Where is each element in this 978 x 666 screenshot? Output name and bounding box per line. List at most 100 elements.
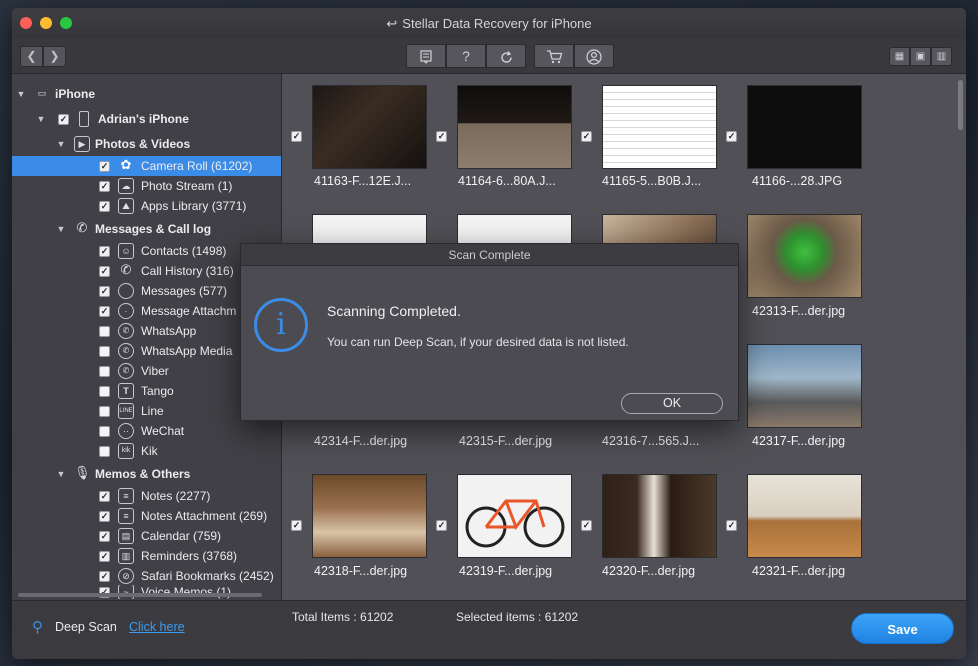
thumbnail[interactable] — [747, 214, 862, 298]
toolbar: ❮ ❯ ? ▦ ▣ ▥ — [12, 38, 966, 74]
account-button[interactable] — [574, 44, 614, 68]
checkbox[interactable]: ✓ — [58, 113, 69, 125]
thumbnail[interactable] — [457, 85, 572, 169]
thumbnail[interactable] — [312, 85, 427, 169]
help-icon: ? — [462, 48, 470, 64]
checkbox[interactable] — [99, 325, 110, 337]
tree-item-safari-bookmarks[interactable]: ✓ ⊘ Safari Bookmarks (2452) — [12, 566, 281, 586]
forward-button[interactable]: ❯ — [43, 46, 66, 67]
thumbnail-filename: 41166-...28.JPG — [752, 174, 843, 188]
compass-icon: ⊘ — [118, 568, 134, 584]
message-bubble-icon — [118, 283, 134, 299]
tree-group-messages[interactable]: ▼ ✆ Messages & Call log — [12, 219, 281, 239]
cart-button[interactable] — [534, 44, 574, 68]
recovery-arrow-icon: ↩ — [386, 16, 398, 31]
expand-triangle-icon[interactable]: ▼ — [56, 224, 66, 234]
save-button[interactable]: Save — [851, 613, 954, 644]
checkbox[interactable]: ✓ — [99, 550, 110, 562]
thumbnail-checkbox[interactable]: ✓ — [291, 131, 302, 142]
thumbnail[interactable] — [747, 85, 862, 169]
total-items-count: Total Items : 61202 — [292, 610, 394, 624]
checkbox[interactable]: ✓ — [99, 570, 110, 582]
chevron-right-icon: ❯ — [49, 49, 60, 63]
tree-item-photo-stream[interactable]: ✓ ☁ Photo Stream (1) — [12, 176, 281, 196]
checkbox[interactable]: ✓ — [99, 200, 110, 212]
checkbox[interactable]: ✓ — [99, 160, 110, 172]
dialog-heading: Scanning Completed. — [327, 303, 461, 319]
deep-scan-link[interactable]: Click here — [129, 620, 185, 634]
tree-item-camera-roll[interactable]: ✓ ✿ Camera Roll (61202) — [12, 156, 281, 176]
expand-triangle-icon[interactable]: ▼ — [16, 89, 26, 99]
grid-view-button[interactable]: ▦ — [889, 47, 910, 66]
checkbox[interactable] — [99, 385, 110, 397]
tree-item-wechat[interactable]: ·· WeChat — [12, 421, 281, 441]
grid-view-icon: ▦ — [894, 51, 905, 62]
tree-item-kik[interactable]: kik Kik — [12, 441, 281, 461]
tree-item-notes-attachment[interactable]: ✓ ≡ Notes Attachment (269) — [12, 506, 281, 526]
calendar-icon: ▤ — [118, 528, 134, 544]
help-button[interactable]: ? — [446, 44, 486, 68]
back-button[interactable]: ❮ — [20, 46, 43, 67]
thumbnail-filename: 42315-F...der.jpg — [459, 434, 553, 448]
expand-triangle-icon[interactable]: ▼ — [56, 469, 66, 479]
tree-item-apps-library[interactable]: ✓ ⛰ Apps Library (3771) — [12, 196, 281, 216]
thumbnail-checkbox[interactable]: ✓ — [291, 520, 302, 531]
tree-device[interactable]: ▼ ✓ Adrian's iPhone — [12, 109, 281, 129]
wechat-icon: ·· — [118, 423, 134, 439]
thumbnail-filename: 42319-F...der.jpg — [459, 564, 553, 578]
grid-vertical-scrollbar[interactable] — [958, 80, 963, 130]
checkbox[interactable]: ✓ — [99, 285, 110, 297]
thumbnail-checkbox[interactable]: ✓ — [436, 520, 447, 531]
checkbox[interactable] — [99, 425, 110, 437]
whatsapp-media-icon: ✆ — [118, 343, 134, 359]
checkbox[interactable]: ✓ — [99, 530, 110, 542]
checkbox[interactable]: ✓ — [99, 245, 110, 257]
thumbnail[interactable] — [457, 474, 572, 558]
thumbnail-checkbox[interactable]: ✓ — [726, 520, 737, 531]
sidebar-horizontal-scrollbar[interactable] — [18, 593, 262, 597]
tree-item-calendar[interactable]: ✓ ▤ Calendar (759) — [12, 526, 281, 546]
thumbnail-filename: 42320-F...der.jpg — [602, 564, 696, 578]
filmstrip-view-button[interactable]: ▥ — [931, 47, 952, 66]
thumbnail-checkbox[interactable]: ✓ — [436, 131, 447, 142]
preview-view-button[interactable]: ▣ — [910, 47, 931, 66]
expand-triangle-icon[interactable]: ▼ — [36, 114, 46, 124]
checkbox[interactable]: ✓ — [99, 510, 110, 522]
checkbox[interactable]: ✓ — [99, 305, 110, 317]
expand-triangle-icon[interactable]: ▼ — [56, 139, 66, 149]
thumbnail[interactable] — [747, 344, 862, 428]
tree-root-iphone[interactable]: ▼ ▭ iPhone — [12, 84, 281, 104]
thumbnail[interactable] — [747, 474, 862, 558]
filmstrip-icon: ▥ — [936, 51, 947, 62]
checkbox[interactable]: ✓ — [99, 180, 110, 192]
tree-item-reminders[interactable]: ✓ ▥ Reminders (3768) — [12, 546, 281, 566]
thumbnail[interactable] — [312, 474, 427, 558]
checkbox[interactable] — [99, 445, 110, 457]
refresh-icon — [500, 50, 512, 63]
cart-icon — [546, 50, 562, 64]
checkbox[interactable] — [99, 405, 110, 417]
thumbnail-checkbox[interactable]: ✓ — [581, 520, 592, 531]
refresh-button[interactable] — [486, 44, 526, 68]
tree-group-memos[interactable]: ▼ 🎙 Memos & Others — [12, 464, 281, 484]
viber-icon: ✆ — [118, 363, 134, 379]
notes-attachment-icon: ≡ — [118, 508, 134, 524]
image-icon: ⛰ — [118, 198, 134, 214]
checkbox[interactable]: ✓ — [99, 490, 110, 502]
reminders-icon: ▥ — [118, 548, 134, 564]
tree-group-photos[interactable]: ▼ ▶ Photos & Videos — [12, 134, 281, 154]
checkbox[interactable] — [99, 345, 110, 357]
film-icon: ▶ — [74, 136, 90, 152]
checkbox[interactable]: ✓ — [99, 265, 110, 277]
log-report-button[interactable] — [406, 44, 446, 68]
thumbnail[interactable] — [602, 85, 717, 169]
tree-item-notes[interactable]: ✓ ≡ Notes (2277) — [12, 486, 281, 506]
thumbnail-filename: 41165-5...B0B.J... — [602, 174, 702, 188]
app-window: ↩ Stellar Data Recovery for iPhone ❮ ❯ ? … — [12, 8, 966, 659]
checkbox[interactable] — [99, 365, 110, 377]
thumbnail-filename: 41164-6...80A.J... — [458, 174, 556, 188]
ok-button[interactable]: OK — [621, 393, 723, 414]
thumbnail-checkbox[interactable]: ✓ — [726, 131, 737, 142]
thumbnail-checkbox[interactable]: ✓ — [581, 131, 592, 142]
thumbnail[interactable] — [602, 474, 717, 558]
